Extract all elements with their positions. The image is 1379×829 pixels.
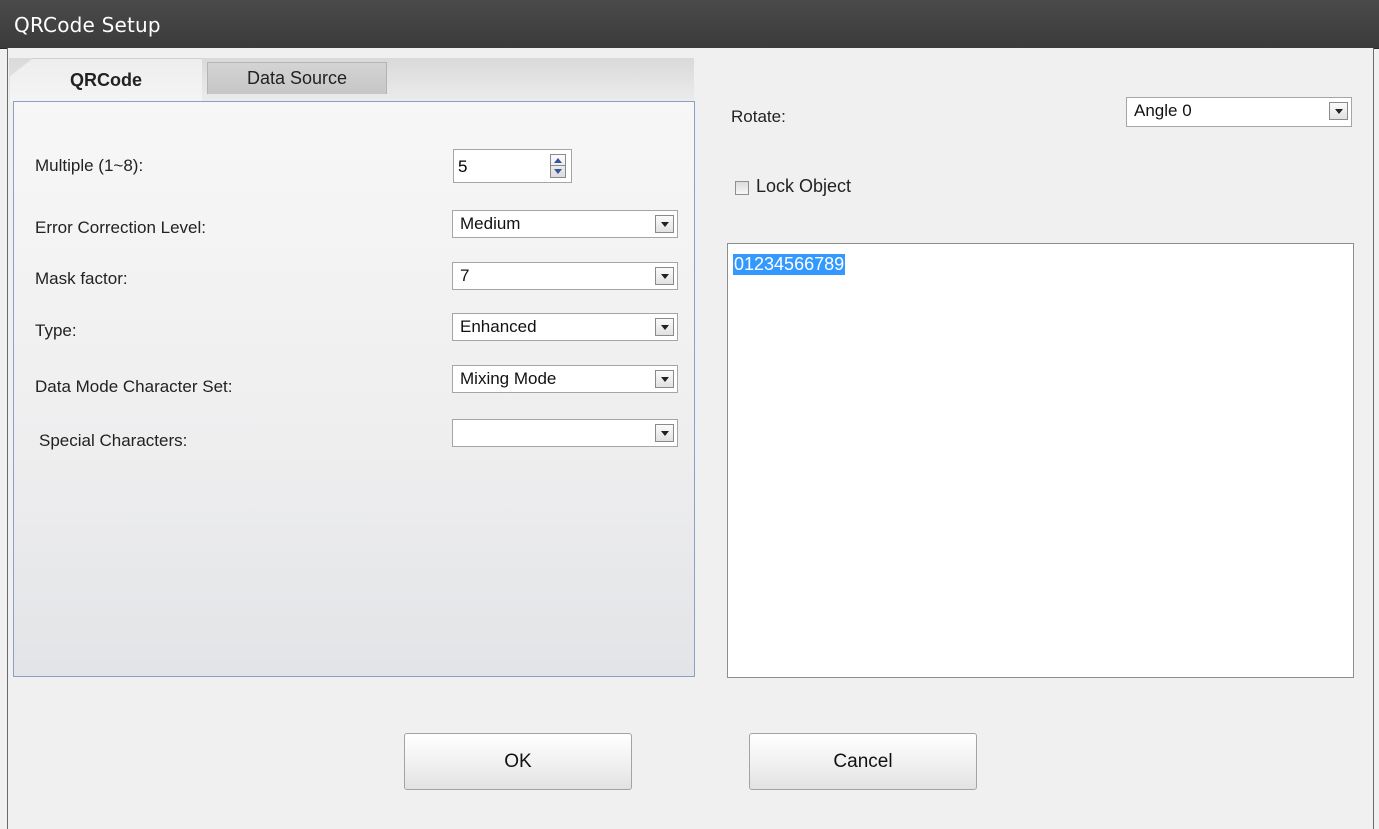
rotate-label: Rotate: [731,107,786,126]
window-title: QRCode Setup [14,13,161,37]
type-label: Type: [35,321,77,340]
selected-text: 01234566789 [733,254,846,275]
multiple-spinner[interactable]: 5 [453,149,572,183]
ok-button[interactable]: OK [404,733,632,790]
title-bar[interactable]: QRCode Setup [0,0,1379,49]
spin-up-icon[interactable] [554,158,562,163]
mask-factor-select[interactable]: 7 [452,262,678,290]
chevron-down-icon [660,221,669,227]
special-characters-select[interactable] [452,419,678,447]
dropdown-button[interactable] [1329,102,1348,120]
chevron-down-icon [1334,108,1343,114]
qrcode-setup-dialog: QRCode Setup QRCode Data Source Multiple… [0,0,1379,829]
type-select[interactable]: Enhanced [452,313,678,341]
dropdown-button[interactable] [655,424,674,442]
tab-data-source[interactable]: Data Source [207,62,387,94]
lock-object-checkbox[interactable] [735,181,749,195]
data-mode-label: Data Mode Character Set: [35,377,233,396]
mask-factor-value: 7 [460,266,470,285]
multiple-value: 5 [458,157,468,176]
cancel-button[interactable]: Cancel [749,733,977,790]
dropdown-button[interactable] [655,215,674,233]
lock-object-label[interactable]: Lock Object [756,176,851,197]
data-textarea[interactable]: 01234566789 [727,243,1354,678]
chevron-down-icon [660,376,669,382]
chevron-down-icon [660,324,669,330]
data-mode-select[interactable]: Mixing Mode [452,365,678,393]
chevron-down-icon [660,273,669,279]
data-mode-value: Mixing Mode [460,369,557,388]
tab-qrcode[interactable]: QRCode [10,58,202,102]
type-value: Enhanced [460,317,537,336]
rotate-select[interactable]: Angle 0 [1126,97,1352,127]
dropdown-button[interactable] [655,370,674,388]
mask-factor-label: Mask factor: [35,269,128,288]
error-correction-label: Error Correction Level: [35,218,207,237]
dropdown-button[interactable] [655,267,674,285]
spinner-divider [551,165,565,166]
spin-down-icon[interactable] [554,169,562,174]
error-correction-select[interactable]: Medium [452,210,678,238]
dropdown-button[interactable] [655,318,674,336]
multiple-label: Multiple (1~8): [35,156,144,175]
special-characters-label: Special Characters: [39,431,188,450]
spinner-buttons[interactable] [550,154,566,178]
rotate-value: Angle 0 [1134,101,1192,120]
error-correction-value: Medium [460,214,521,233]
chevron-down-icon [660,430,669,436]
